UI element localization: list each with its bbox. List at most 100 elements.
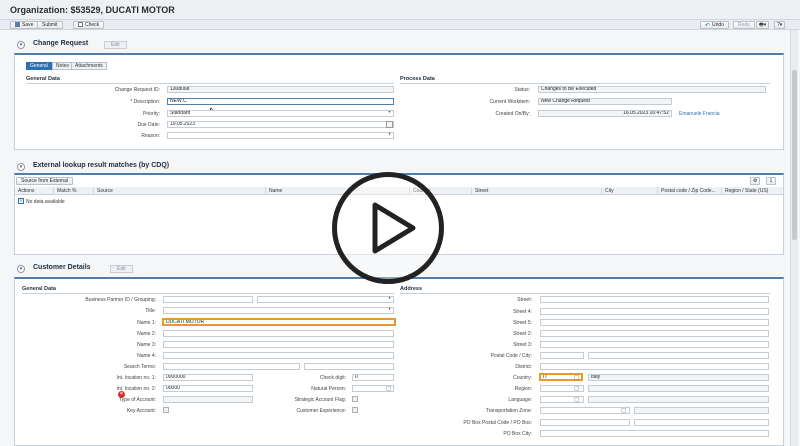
- search-terms-2-input[interactable]: [304, 363, 394, 370]
- int-loc2-input[interactable]: 00000: [163, 385, 253, 392]
- divider: [26, 83, 394, 84]
- col-actions[interactable]: Actions: [18, 188, 34, 194]
- col-postal[interactable]: Postal code / Zip Code...: [661, 188, 716, 194]
- redo-button[interactable]: Redo: [733, 21, 755, 29]
- po-box-city-input[interactable]: [540, 430, 769, 437]
- col-name[interactable]: Name: [269, 188, 282, 194]
- value-help-icon[interactable]: ▢: [574, 396, 580, 403]
- bp-id-input[interactable]: [163, 296, 253, 303]
- col-region[interactable]: Region / State (US): [725, 188, 768, 194]
- collapse-customer-details-icon[interactable]: ▾: [17, 265, 25, 273]
- language-name-field: [588, 396, 769, 403]
- created-by-link[interactable]: Emanuele Francia: [679, 111, 720, 117]
- value-help-icon[interactable]: ▢: [386, 385, 392, 392]
- collapse-external-lookup-icon[interactable]: ▾: [17, 163, 25, 171]
- check-button[interactable]: Check: [73, 21, 105, 29]
- street5-input[interactable]: [540, 319, 769, 326]
- po-box-input[interactable]: [634, 419, 769, 426]
- customer-details-edit-button[interactable]: Edit: [110, 265, 133, 273]
- video-play-button[interactable]: [332, 172, 444, 284]
- street-input[interactable]: [540, 296, 769, 303]
- district-input[interactable]: [540, 363, 769, 370]
- col-separator: [93, 187, 94, 195]
- status-label: Status:: [514, 87, 530, 93]
- strategic-account-checkbox[interactable]: [352, 396, 358, 402]
- name2-label: Name 2:: [137, 331, 156, 337]
- calendar-icon[interactable]: [386, 121, 393, 128]
- col-city[interactable]: City: [605, 188, 614, 194]
- natural-person-label: Natural Person:: [311, 386, 346, 392]
- collapse-change-request-icon[interactable]: ▾: [17, 41, 25, 49]
- value-help-icon[interactable]: ▢: [574, 374, 580, 381]
- street4-label: Street 4:: [513, 309, 532, 315]
- grouping-select[interactable]: [257, 296, 394, 303]
- int-loc1-input[interactable]: 0000000: [163, 374, 253, 381]
- scrollbar-thumb[interactable]: [792, 70, 797, 240]
- created-on-field: 16.05.2023 16:47:52: [538, 110, 672, 117]
- postal-city-label: Postal Code / City:: [490, 353, 532, 359]
- name3-input[interactable]: [163, 341, 394, 348]
- submit-button[interactable]: Submit: [37, 21, 63, 29]
- description-input[interactable]: NEW C: [167, 98, 394, 105]
- col-source[interactable]: Source: [97, 188, 113, 194]
- transportation-zone-name-field: [634, 407, 769, 414]
- city-input[interactable]: [588, 352, 769, 359]
- due-date-input[interactable]: 19.05.2023: [167, 121, 394, 128]
- source-from-external-button[interactable]: Source from External: [16, 177, 73, 185]
- reason-select[interactable]: [167, 132, 394, 139]
- title-label: Title:: [145, 308, 156, 314]
- description-label: * Description:: [130, 99, 160, 105]
- name1-input[interactable]: DUCATI MOTOR: [162, 318, 396, 326]
- name3-label: Name 3:: [137, 342, 156, 348]
- col-separator: [721, 187, 722, 195]
- name2-input[interactable]: [163, 330, 394, 337]
- reason-label: Reason:: [141, 133, 160, 139]
- table-export-button[interactable]: ⇩: [766, 177, 777, 185]
- tab-notes[interactable]: Notes: [52, 62, 74, 70]
- street3-label: Street 3:: [513, 342, 532, 348]
- tab-attachments[interactable]: Attachments: [71, 62, 107, 70]
- change-request-edit-button[interactable]: Edit: [104, 41, 127, 49]
- help-icon: ?▾: [777, 22, 783, 28]
- help-button[interactable]: ?▾: [774, 21, 786, 29]
- name4-input[interactable]: [163, 352, 394, 359]
- transportation-zone-label: Transportation Zone:: [485, 408, 532, 414]
- bp-grouping-label: Business Partner ID / Grouping:: [85, 297, 156, 303]
- key-account-checkbox[interactable]: [163, 407, 169, 413]
- street3-input[interactable]: [540, 341, 769, 348]
- postal-code-input[interactable]: [540, 352, 584, 359]
- save-button[interactable]: Save: [10, 21, 39, 29]
- print-button[interactable]: 🖶▾: [756, 21, 770, 29]
- check-icon: [78, 22, 83, 27]
- priority-label: Priority:: [143, 111, 160, 117]
- street2-input[interactable]: [540, 330, 769, 337]
- po-box-postal-label: PO Box Postal Code / PO Box:: [463, 420, 532, 426]
- divider: [400, 293, 770, 294]
- priority-select[interactable]: Standard: [167, 110, 394, 117]
- street-label: Street:: [517, 297, 532, 303]
- po-box-postal-input[interactable]: [540, 419, 630, 426]
- transportation-zone-input[interactable]: [540, 407, 630, 414]
- check-digit-input[interactable]: 0: [352, 374, 394, 381]
- undo-button[interactable]: ↶ Undo: [700, 21, 729, 29]
- change-request-title: Change Request: [33, 40, 89, 47]
- created-on-by-label: Created On/By:: [495, 111, 530, 117]
- cr-general-data-title: General Data: [26, 76, 60, 82]
- col-match[interactable]: Match %: [57, 188, 76, 194]
- value-help-icon[interactable]: ▢: [621, 407, 627, 414]
- cd-address-title: Address: [400, 286, 423, 292]
- page-scrollbar[interactable]: [790, 30, 798, 446]
- due-date-label: Due Date:: [137, 122, 160, 128]
- country-name-field: Italy: [588, 374, 769, 381]
- customer-experience-checkbox[interactable]: [352, 407, 358, 413]
- value-help-icon[interactable]: ▢: [574, 385, 580, 392]
- search-terms-input[interactable]: [163, 363, 300, 370]
- col-separator: [657, 187, 658, 195]
- type-of-account-field: [163, 396, 253, 403]
- tab-general[interactable]: General: [26, 62, 52, 70]
- title-select[interactable]: [163, 307, 394, 314]
- col-street[interactable]: Street: [475, 188, 488, 194]
- table-settings-button[interactable]: ⚙: [750, 177, 761, 185]
- key-account-label: Key Account:: [126, 408, 156, 414]
- street4-input[interactable]: [540, 308, 769, 315]
